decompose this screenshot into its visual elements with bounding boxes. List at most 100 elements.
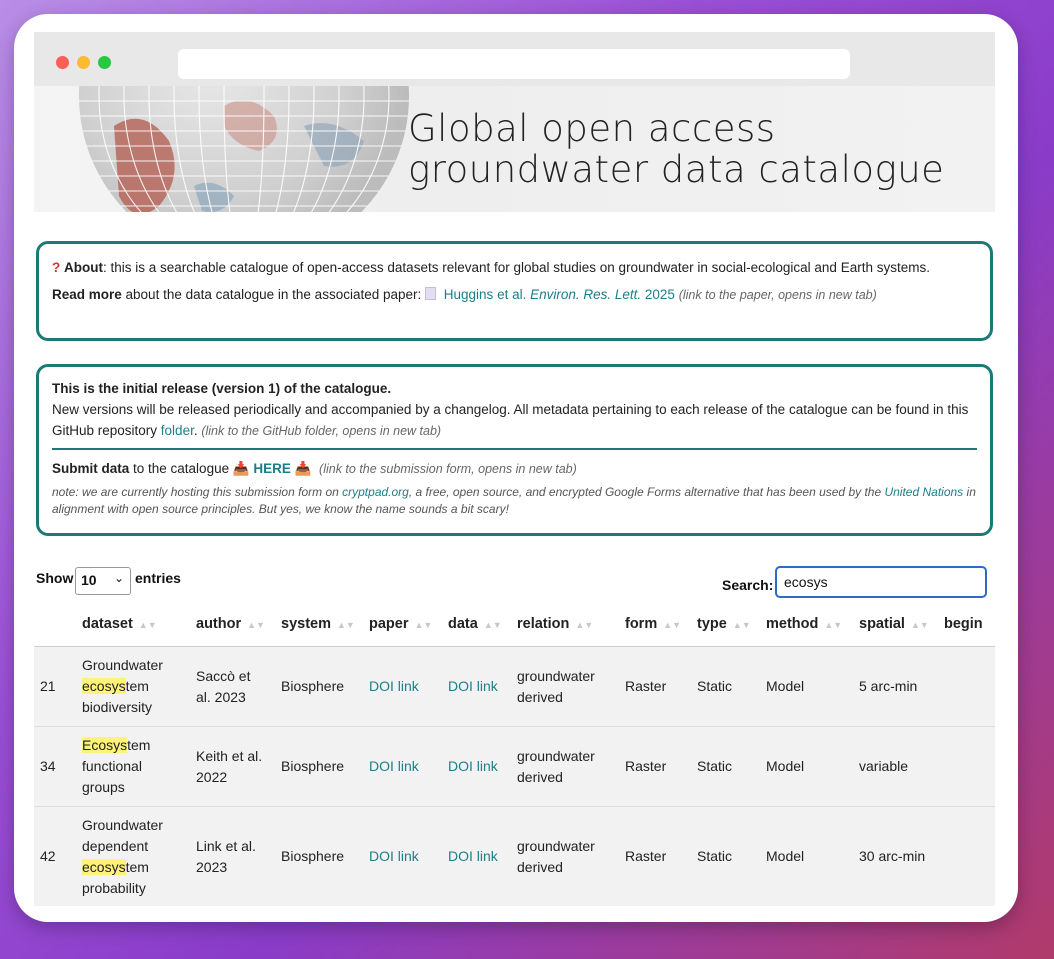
type-cell: Static [697, 678, 733, 694]
page-content: Global open access groundwater data cata… [34, 86, 995, 906]
address-bar[interactable] [178, 49, 850, 79]
cryptpad-link[interactable]: cryptpad.org [342, 485, 409, 499]
begin-cell [938, 807, 995, 907]
about-label: About [64, 260, 103, 275]
table-header-row: dataset ▲▼ author ▲▼ system ▲▼ paper ▲▼ data… [34, 601, 995, 647]
sort-icon: ▲▼ [247, 619, 265, 630]
sort-icon: ▲▼ [336, 619, 355, 630]
dataset-cell: Ecosystem functional groups [82, 737, 151, 795]
about-panel: ? About: this is a searchable catalogue … [36, 241, 993, 341]
column-header-paper[interactable]: paper ▲▼ [363, 601, 442, 647]
column-header-relation[interactable]: relation ▲▼ [511, 601, 619, 647]
system-cell: Biosphere [281, 678, 345, 694]
paper-link-year: 2025 [641, 287, 675, 302]
form-cell: Raster [625, 678, 667, 694]
header-banner: Global open access groundwater data cata… [34, 86, 995, 212]
row-id: 21 [40, 678, 56, 694]
column-header-type[interactable]: type ▲▼ [691, 601, 760, 647]
type-cell: Static [697, 758, 733, 774]
close-window-button[interactable] [56, 56, 69, 69]
sort-icon: ▲▼ [483, 619, 502, 630]
data-doi-link[interactable]: DOI link [448, 848, 498, 864]
method-cell: Model [766, 758, 805, 774]
table-row: 34 Ecosystem functional groups Keith et … [34, 726, 995, 807]
paper-link-authors: Huggins et al. [443, 287, 531, 302]
minimize-window-button[interactable] [77, 56, 90, 69]
sort-icon: ▲▼ [138, 619, 157, 630]
author-cell: Keith et al. 2022 [196, 747, 263, 785]
release-heading: This is the initial release (version 1) … [52, 381, 392, 396]
author-cell: Saccò et al. 2023 [196, 667, 251, 705]
page-title: Global open access groundwater data cata… [408, 108, 944, 190]
note-text-2: , a free, open source, and encrypted Goo… [408, 485, 885, 499]
document-icon [425, 287, 437, 300]
author-cell: Link et al. 2023 [196, 837, 256, 875]
column-header-spatial[interactable]: spatial ▲▼ [853, 601, 938, 647]
relation-cell: groundwater derived [517, 747, 595, 785]
column-header-form[interactable]: form ▲▼ [619, 601, 691, 647]
submit-label: Submit data [52, 461, 130, 476]
column-header-author[interactable]: author ▲▼ [190, 601, 275, 647]
column-header-method[interactable]: method ▲▼ [760, 601, 853, 647]
paper-doi-link[interactable]: DOI link [369, 848, 419, 864]
folder-hint: (link to the GitHub folder, opens in new… [201, 424, 442, 438]
column-header-begin[interactable]: begin [938, 601, 995, 647]
column-header-system[interactable]: system ▲▼ [275, 601, 363, 647]
browser-toolbar [34, 32, 995, 86]
section-divider [52, 448, 977, 450]
sort-icon: ▲▼ [824, 619, 843, 630]
entries-value: 10 [81, 572, 97, 588]
dataset-cell: Groundwater ecosystem biodiversity [82, 657, 163, 715]
data-doi-link[interactable]: DOI link [448, 678, 498, 694]
release-panel: This is the initial release (version 1) … [36, 364, 993, 536]
form-cell: Raster [625, 758, 667, 774]
chevron-down-icon: ⌄ [114, 571, 125, 585]
entries-select[interactable]: 10 ⌄ [75, 567, 131, 595]
about-text: : this is a searchable catalogue of open… [103, 260, 930, 275]
search-input[interactable] [775, 566, 987, 598]
submission-form-link[interactable]: HERE [253, 461, 291, 476]
title-line-1: Global open access [408, 107, 776, 150]
row-id: 34 [40, 758, 56, 774]
column-header-dataset[interactable]: dataset ▲▼ [76, 601, 190, 647]
inbox-icon: 📥 [294, 461, 312, 476]
paper-link[interactable]: Huggins et al. Environ. Res. Lett. 2025 [444, 287, 679, 302]
paper-doi-link[interactable]: DOI link [369, 758, 419, 774]
relation-cell: groundwater derived [517, 837, 595, 875]
paper-doi-link[interactable]: DOI link [369, 678, 419, 694]
begin-cell [938, 647, 995, 727]
entries-label: entries [135, 570, 181, 586]
search-highlight: Ecosys [82, 737, 128, 753]
read-more-label: Read more [52, 287, 122, 302]
search-highlight: ecosys [82, 858, 126, 875]
method-cell: Model [766, 848, 805, 864]
question-mark-icon: ? [52, 260, 61, 275]
search-highlight: ecosys [82, 678, 126, 694]
inbox-icon: 📥 [232, 461, 250, 476]
row-id: 42 [40, 848, 56, 864]
maximize-window-button[interactable] [98, 56, 111, 69]
search-label: Search: [722, 577, 774, 593]
system-cell: Biosphere [281, 758, 345, 774]
spatial-cell: variable [859, 758, 909, 774]
github-folder-link[interactable]: folder [161, 423, 194, 438]
title-line-2: groundwater data catalogue [408, 148, 945, 191]
sort-icon: ▲▼ [663, 619, 682, 630]
relation-cell: groundwater derived [517, 667, 595, 705]
begin-cell [938, 727, 995, 807]
datasets-table: dataset ▲▼ author ▲▼ system ▲▼ paper ▲▼ data… [34, 601, 995, 906]
sort-icon: ▲▼ [414, 619, 433, 630]
method-cell: Model [766, 678, 805, 694]
column-header-data[interactable]: data ▲▼ [442, 601, 511, 647]
data-doi-link[interactable]: DOI link [448, 758, 498, 774]
paper-link-journal: Environ. Res. Lett. [530, 287, 642, 302]
united-nations-link[interactable]: United Nations [884, 485, 963, 499]
note-text-1: note: we are currently hosting this subm… [52, 485, 343, 499]
sort-icon: ▲▼ [575, 619, 594, 630]
spatial-cell: 30 arc-min [859, 848, 926, 864]
read-more-text: about the data catalogue in the associat… [121, 287, 426, 302]
submit-text: to the catalogue [129, 461, 233, 476]
table-controls: Show 10 ⌄ entries Search: [34, 564, 995, 598]
app-frame: Global open access groundwater data cata… [14, 14, 1018, 922]
submit-hint: (link to the submission form, opens in n… [319, 462, 577, 476]
